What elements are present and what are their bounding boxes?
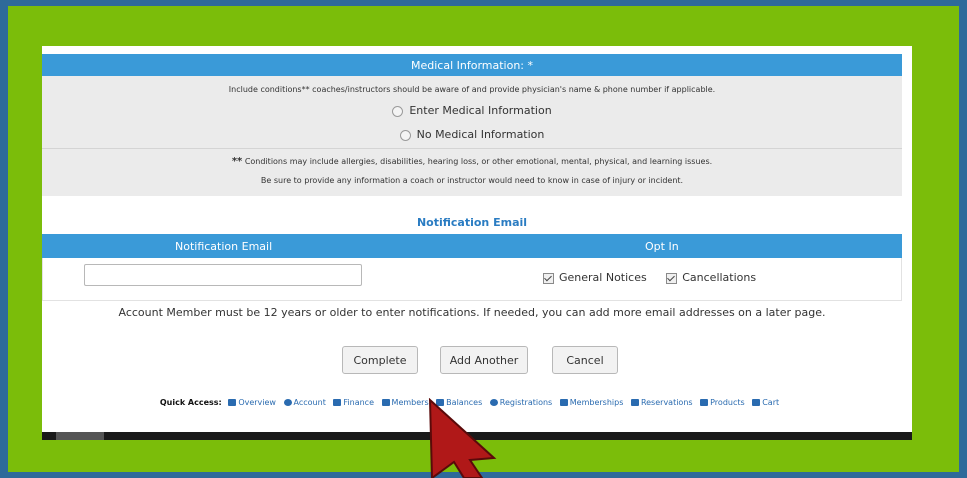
overview-icon: [228, 399, 237, 406]
medical-info-box: Include conditions** coaches/instructors…: [42, 76, 902, 196]
calendar-icon: [630, 399, 639, 406]
medical-note-line2: Be sure to provide any information a coa…: [260, 176, 684, 185]
medical-note-line1: ** Conditions may include allergies, dis…: [42, 156, 902, 167]
radio-circle-icon[interactable]: [392, 105, 404, 117]
notification-table-header: Notification Email Opt In: [42, 234, 902, 258]
medical-info-header: Medical Information: *: [42, 54, 902, 76]
quick-access-label: Quick Access:: [159, 398, 222, 407]
radio-circle-icon[interactable]: [399, 129, 411, 141]
quick-link-account[interactable]: Account: [283, 398, 326, 407]
radio-none-label: No Medical Information: [416, 128, 545, 141]
quick-link-finance[interactable]: Finance: [333, 398, 374, 407]
divider: [42, 148, 902, 149]
account-icon: [283, 399, 292, 406]
quick-link-label: Overview: [238, 398, 276, 407]
opt-in-options: General Notices Cancellations: [543, 271, 756, 284]
quick-link-cart[interactable]: Cart: [752, 398, 779, 407]
scrollbar-thumb[interactable]: [56, 432, 104, 440]
age-requirement-note: Account Member must be 12 years or older…: [118, 306, 826, 319]
quick-link-reservations[interactable]: Reservations: [630, 398, 693, 407]
add-another-button[interactable]: Add Another: [440, 346, 528, 374]
quick-link-products[interactable]: Products: [700, 398, 745, 407]
note-marker: **: [231, 156, 243, 167]
general-notices-label: General Notices: [559, 271, 647, 284]
quick-link-label: Cart: [762, 398, 780, 407]
radio-no-medical[interactable]: No Medical Information: [42, 128, 902, 141]
radio-enter-label: Enter Medical Information: [409, 104, 552, 117]
members-icon: [381, 399, 390, 406]
tag-icon: [700, 399, 709, 406]
cart-icon: [752, 399, 761, 406]
notification-section-title: Notification Email: [416, 216, 528, 229]
memberships-icon: [559, 399, 568, 406]
mouse-cursor-icon: [428, 398, 497, 478]
quick-link-label: Finance: [343, 398, 374, 407]
quick-link-overview[interactable]: Overview: [228, 398, 276, 407]
finance-icon: [333, 399, 342, 406]
col-opt-in: Opt In: [645, 239, 679, 253]
registration-panel: Medical Information: * Include condition…: [42, 46, 912, 438]
quick-link-memberships[interactable]: Memberships: [559, 398, 624, 407]
cancellations-option[interactable]: Cancellations: [666, 271, 756, 284]
quick-link-label: Memberships: [569, 398, 624, 407]
complete-button[interactable]: Complete: [342, 346, 418, 374]
checkbox-checked-icon[interactable]: [666, 272, 678, 284]
quick-link-label: Account: [293, 398, 326, 407]
quick-link-label: Reservations: [640, 398, 693, 407]
notification-row: General Notices Cancellations: [42, 258, 902, 301]
cancellations-label: Cancellations: [682, 271, 757, 284]
radio-enter-medical[interactable]: Enter Medical Information: [42, 104, 902, 117]
cancel-button[interactable]: Cancel: [552, 346, 618, 374]
medical-instructions: Include conditions** coaches/instructors…: [228, 85, 716, 94]
col-notification-email: Notification Email: [175, 239, 273, 253]
checkbox-checked-icon[interactable]: [543, 272, 554, 284]
note-line1-text: Conditions may include allergies, disabi…: [244, 157, 713, 166]
quick-link-label: Products: [710, 398, 745, 407]
general-notices-option[interactable]: General Notices: [543, 271, 647, 284]
notification-email-input[interactable]: [84, 264, 362, 286]
medical-info-title: Medical Information: *: [410, 58, 533, 72]
